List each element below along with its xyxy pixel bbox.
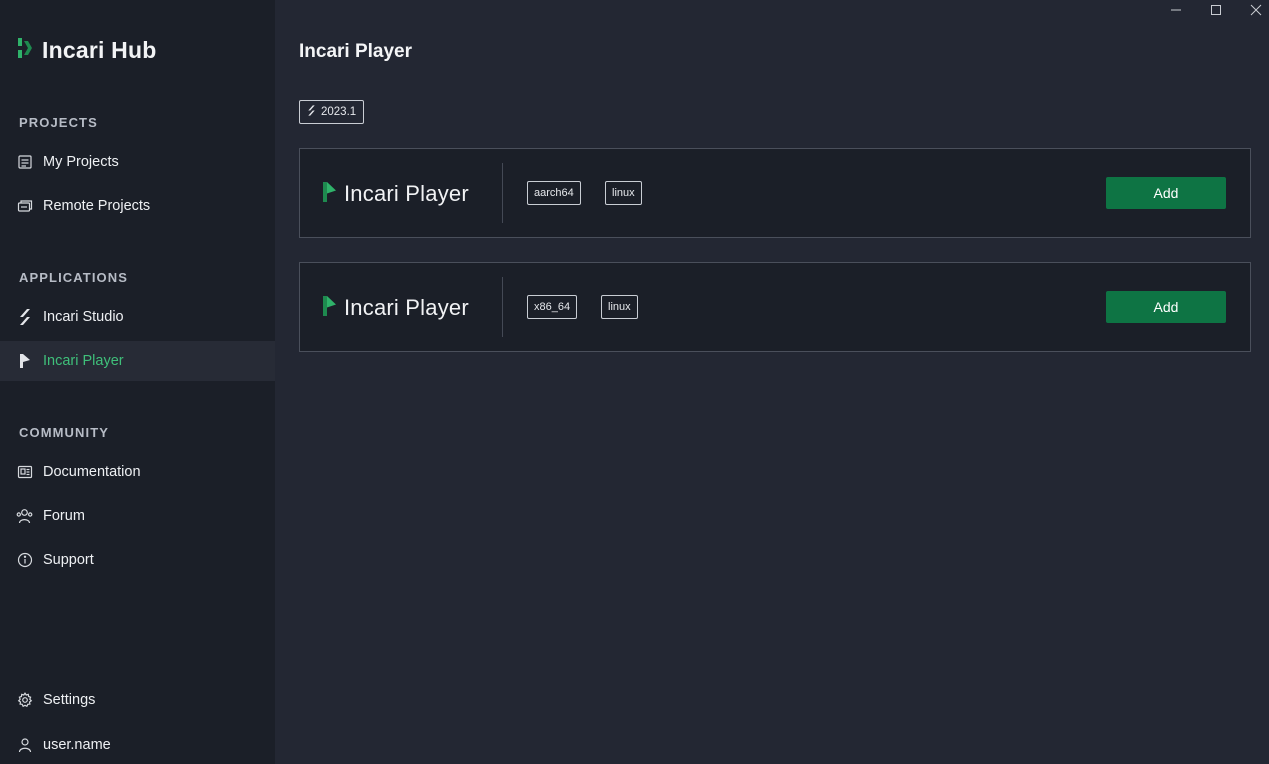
sidebar-item-incari-player[interactable]: Incari Player — [0, 341, 275, 381]
main-content: Incari Player 2023.1 Incari Player aarch… — [275, 0, 1269, 764]
maximize-icon — [1210, 3, 1222, 21]
card-divider — [502, 163, 503, 223]
maximize-button[interactable] — [1204, 2, 1228, 22]
incari-player-logo-icon — [322, 295, 337, 322]
section-title-applications: APPLICATIONS — [19, 270, 129, 285]
sidebar: Incari Hub PROJECTS My Projects Remote P… — [0, 0, 275, 764]
remote-projects-icon — [16, 198, 33, 215]
sidebar-item-label: Forum — [43, 508, 85, 524]
arch-tag: aarch64 — [527, 181, 581, 205]
add-button[interactable]: Add — [1106, 291, 1226, 323]
page-title: Incari Player — [299, 41, 413, 62]
incari-player-logo-icon — [322, 181, 337, 208]
minimize-icon — [1170, 3, 1182, 21]
incari-hub-logo-icon — [17, 37, 33, 64]
forum-icon — [16, 508, 33, 525]
sidebar-item-forum[interactable]: Forum — [0, 496, 275, 536]
player-name: Incari Player — [344, 181, 469, 206]
sidebar-item-settings[interactable]: Settings — [0, 680, 275, 720]
sidebar-item-documentation[interactable]: Documentation — [0, 452, 275, 492]
section-title-community: COMMUNITY — [19, 425, 110, 440]
card-divider — [502, 277, 503, 337]
brand: Incari Hub — [17, 36, 156, 64]
section-title-projects: PROJECTS — [19, 115, 98, 130]
arch-tag: x86_64 — [527, 295, 578, 319]
documentation-icon — [16, 464, 33, 481]
add-button[interactable]: Add — [1106, 177, 1226, 209]
os-tag: linux — [605, 181, 642, 205]
close-icon — [1250, 3, 1262, 21]
version-badge[interactable]: 2023.1 — [299, 100, 365, 124]
player-card: Incari Player aarch64 linux Add — [299, 148, 1251, 238]
sidebar-item-label: Incari Studio — [43, 309, 124, 325]
incari-player-logo: Incari Player — [322, 179, 469, 209]
incari-player-logo: Incari Player — [322, 293, 469, 323]
sidebar-item-label: Settings — [43, 692, 96, 708]
sidebar-item-user[interactable]: user.name — [0, 725, 275, 764]
sidebar-item-label: My Projects — [43, 154, 119, 170]
sidebar-item-remote-projects[interactable]: Remote Projects — [0, 186, 275, 226]
sidebar-item-support[interactable]: Support — [0, 540, 275, 580]
player-card: Incari Player x86_64 linux Add — [299, 262, 1251, 352]
sidebar-item-incari-studio[interactable]: Incari Studio — [0, 297, 275, 337]
support-icon — [16, 552, 33, 569]
sidebar-item-label: Remote Projects — [43, 198, 151, 214]
close-button[interactable] — [1244, 2, 1268, 22]
incari-studio-icon — [307, 104, 316, 120]
incari-studio-icon — [16, 309, 33, 326]
incari-hub-window: Incari Hub PROJECTS My Projects Remote P… — [0, 0, 1269, 764]
version-label: 2023.1 — [321, 106, 357, 118]
incari-player-icon — [16, 353, 33, 370]
user-name: user.name — [43, 737, 111, 753]
brand-title: Incari Hub — [42, 36, 157, 63]
minimize-button[interactable] — [1164, 2, 1188, 22]
os-tag: linux — [601, 295, 638, 319]
sidebar-item-label: Support — [43, 552, 94, 568]
sidebar-item-my-projects[interactable]: My Projects — [0, 142, 275, 182]
user-icon — [16, 737, 33, 754]
projects-icon — [16, 154, 33, 171]
gear-icon — [16, 692, 33, 709]
sidebar-item-label: Incari Player — [43, 353, 124, 369]
player-name: Incari Player — [344, 295, 469, 320]
sidebar-item-label: Documentation — [43, 464, 141, 480]
